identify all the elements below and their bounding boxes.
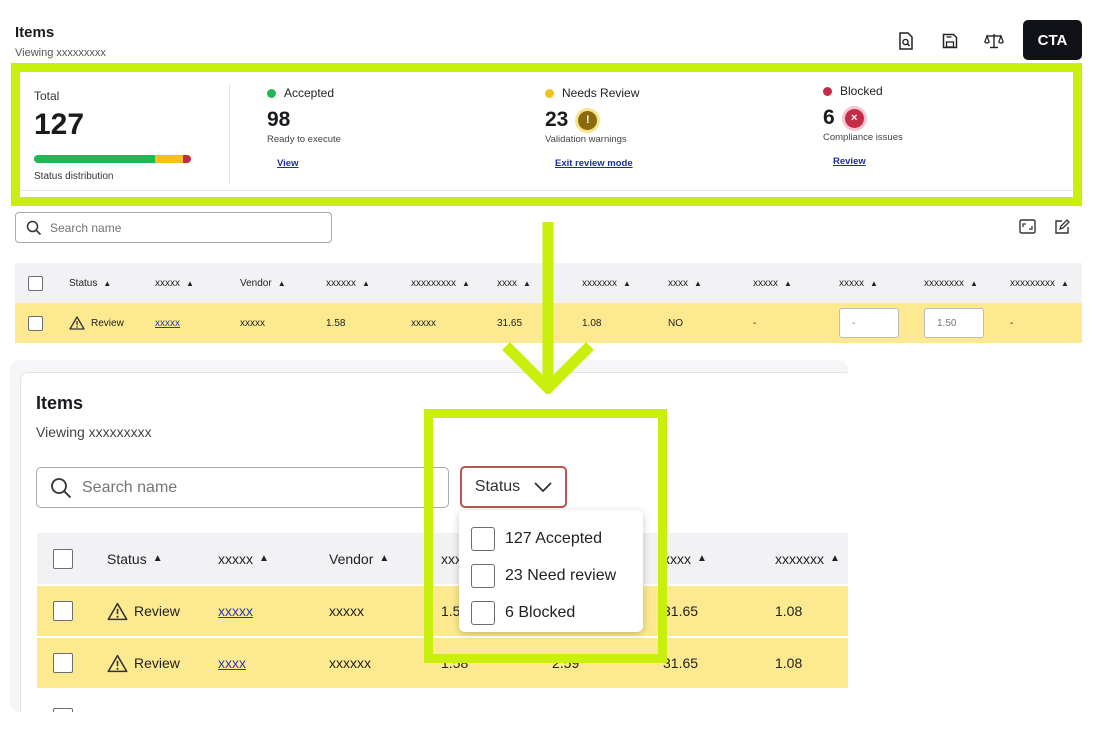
warning-icon [69,316,85,330]
column-header[interactable]: xxxxx ▲ [753,263,792,303]
column-header[interactable]: xxxxxxx ▲ [775,533,840,584]
column-header-vendor[interactable]: Vendor ▲ [240,263,286,303]
warning-icon [107,602,128,620]
item-link[interactable]: xxxxx [218,603,253,619]
highlight-box-dropdown [424,409,667,663]
column-header-vendor[interactable]: Vendor ▲ [329,533,389,584]
search-icon [26,220,42,235]
status-cell: Review [107,586,180,636]
cta-button[interactable]: CTA [1023,20,1082,60]
sort-icon: ▲ [259,553,269,564]
sort-icon: ▲ [1061,278,1069,288]
warning-icon [107,654,128,672]
save-icon[interactable] [939,30,961,52]
vendor-cell: xxxxx [240,317,265,329]
column-header[interactable]: xxxxxxxxx ▲ [1010,263,1069,303]
zoomed-search-input[interactable] [82,478,412,497]
table-cell: NO [668,317,683,329]
select-all-checkbox[interactable] [28,275,43,291]
highlight-box-summary [11,63,1082,206]
column-header[interactable]: xxxxxxxxx ▲ [411,263,470,303]
column-header[interactable]: xxxxx ▲ [839,263,878,303]
column-header[interactable]: xxxxxxxx ▲ [924,263,978,303]
sort-icon: ▲ [694,278,702,288]
search-input[interactable] [50,220,310,235]
sort-icon: ▲ [152,553,163,564]
column-header-status[interactable]: Status ▲ [69,263,111,303]
table-cell: - [753,317,757,329]
row-checkbox[interactable] [53,653,73,673]
item-link[interactable]: xxxx [218,655,246,671]
select-all-checkbox[interactable] [53,548,73,569]
status-cell: Review [69,303,124,343]
row-checkbox[interactable] [28,315,43,331]
sort-icon: ▲ [462,278,470,288]
sort-icon: ▲ [830,553,840,564]
status-cell: Review [107,638,180,688]
column-header[interactable]: xxxxx ▲ [218,533,269,584]
table-cell: 31.65 [663,603,699,619]
header-toolbar [895,30,1005,52]
sort-icon: ▲ [103,278,112,288]
sort-icon: ▲ [623,278,631,288]
table-toolbar [1019,219,1070,235]
column-header[interactable]: xxxx ▲ [663,533,707,584]
page-title: Items [15,24,55,41]
column-header-status[interactable]: Status ▲ [107,533,163,584]
table-cell: 31.65 [663,655,699,671]
row-value-input[interactable] [839,308,899,338]
vendor-cell: xxxxxx [329,655,371,671]
column-header[interactable]: xxxxx ▲ [155,263,194,303]
table-cell: - [1010,317,1014,329]
sort-icon: ▲ [970,278,978,288]
expand-icon[interactable] [1019,219,1036,234]
row-checkbox[interactable] [53,708,73,712]
column-header[interactable]: xxxx ▲ [668,263,702,303]
sort-icon: ▲ [784,278,792,288]
down-arrow-icon [502,222,594,394]
table-cell: 1.58 [326,317,346,329]
table-cell: 1.08 [775,655,803,671]
sort-icon: ▲ [186,278,194,288]
search-box[interactable] [15,212,332,243]
zoomed-search-box[interactable] [36,467,449,508]
zoomed-page-subtitle: Viewing xxxxxxxxx [36,424,152,440]
scale-icon[interactable] [983,30,1005,52]
sort-icon: ▲ [697,553,707,564]
zoomed-page-title: Items [36,393,84,413]
sort-icon: ▲ [379,553,390,564]
column-header[interactable]: xxxxxx ▲ [326,263,370,303]
sort-icon: ▲ [277,278,286,288]
search-icon [51,477,72,498]
table-cell: 1.08 [775,603,803,619]
sort-icon: ▲ [362,278,370,288]
table-row[interactable] [37,690,848,712]
vendor-cell: xxxxx [329,603,364,619]
sort-icon: ▲ [870,278,878,288]
table-cell: xxxxx [411,317,436,329]
row-value-input[interactable] [924,308,984,338]
row-checkbox[interactable] [53,601,73,621]
search-document-icon[interactable] [895,30,917,52]
edit-icon[interactable] [1054,219,1070,235]
item-link[interactable]: xxxxx [155,318,180,329]
page-subtitle: Viewing xxxxxxxxx [15,47,106,59]
